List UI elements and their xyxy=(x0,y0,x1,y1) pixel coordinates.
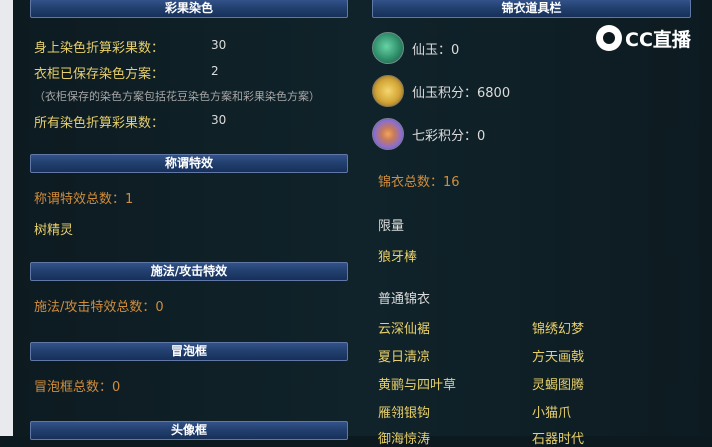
costume-item[interactable]: 小猫爪 xyxy=(532,402,571,421)
limited-label: 限量 xyxy=(378,219,405,234)
costume-item[interactable]: 灵蝎图腾 xyxy=(532,374,584,393)
costume-item[interactable]: 云深仙裾 xyxy=(378,318,430,337)
wardrobe-dye-value: 2 xyxy=(211,64,219,78)
section-header-dye: 彩果染色 xyxy=(30,0,348,18)
total-dye-value: 30 xyxy=(211,113,227,127)
window-left-edge xyxy=(0,0,13,436)
jade-icon xyxy=(372,32,404,64)
jade-balance: 仙玉：0 xyxy=(412,43,460,58)
section-header-cast-effect: 施法/攻击特效 xyxy=(30,262,348,281)
costume-item[interactable]: 雁翎银钩 xyxy=(378,402,430,421)
title-effect-item[interactable]: 树精灵 xyxy=(34,219,73,238)
cc-live-watermark: CC直播 xyxy=(596,24,691,52)
section-header-bubble: 冒泡框 xyxy=(30,342,348,361)
costume-total: 锦衣总数：16 xyxy=(378,175,460,190)
rainbow-points-icon xyxy=(372,118,404,150)
costume-item[interactable]: 石器时代 xyxy=(532,428,584,447)
limited-item[interactable]: 狼牙棒 xyxy=(378,246,417,265)
title-effect-count: 称谓特效总数：1 xyxy=(34,192,134,207)
cc-logo-icon xyxy=(596,25,622,51)
normal-label: 普通锦衣 xyxy=(378,292,431,307)
wardrobe-dye-note: （衣柜保存的染色方案包括花豆染色方案和彩果染色方案） xyxy=(34,90,320,103)
jade-points-balance: 仙玉积分：6800 xyxy=(412,86,511,101)
jade-points-card-icon xyxy=(372,75,404,107)
body-dye-value: 30 xyxy=(211,38,227,52)
body-dye-label: 身上染色折算彩果数： xyxy=(34,41,165,56)
section-header-costume-bar: 锦衣道具栏 xyxy=(372,0,691,18)
total-dye-label: 所有染色折算彩果数： xyxy=(34,116,165,131)
costume-item[interactable]: 御海惊涛 xyxy=(378,428,430,447)
rainbow-points-balance: 七彩积分：0 xyxy=(412,129,486,144)
section-header-title-effect: 称谓特效 xyxy=(30,154,348,173)
costume-item[interactable]: 夏日清凉 xyxy=(378,346,430,365)
bubble-count: 冒泡框总数：0 xyxy=(34,380,121,395)
costume-item[interactable]: 黄鹂与四叶草 xyxy=(378,374,456,393)
watermark-text: CC直播 xyxy=(625,28,691,51)
wardrobe-dye-label: 衣柜已保存染色方案： xyxy=(34,67,165,82)
costume-item[interactable]: 锦绣幻梦 xyxy=(532,318,584,337)
costume-item[interactable]: 方天画戟 xyxy=(532,346,584,365)
section-header-avatar-frame: 头像框 xyxy=(30,421,348,440)
cast-effect-count: 施法/攻击特效总数：0 xyxy=(34,300,164,315)
